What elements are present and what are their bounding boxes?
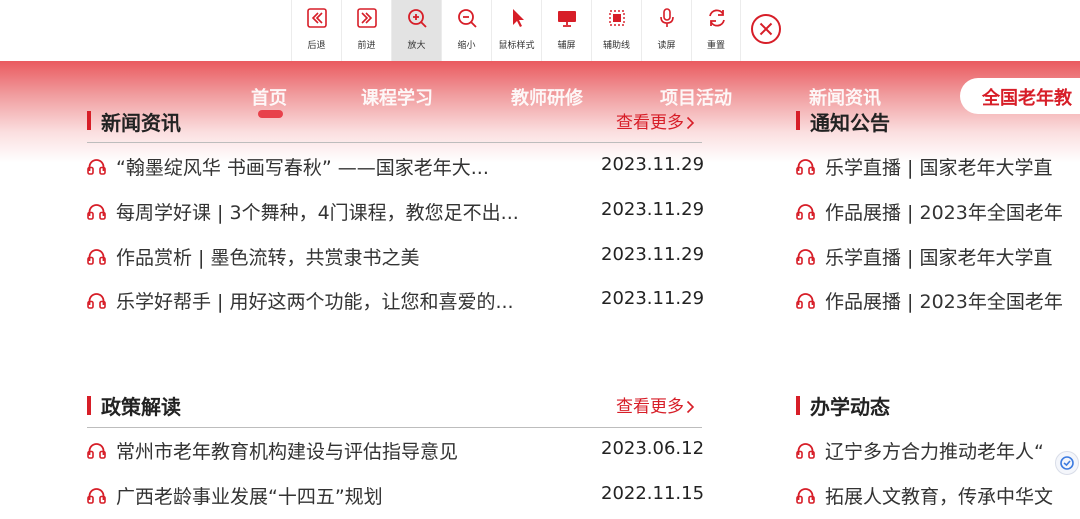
news-item-title: 每周学好课 | 3个舞种，4门课程，教您足不出...: [116, 202, 519, 224]
notice-item-title: 作品展播 | 2023年全国老年: [825, 202, 1063, 224]
section-marker: [796, 111, 800, 130]
policy-item-title: 常州市老年教育机构建设与评估指导意见: [116, 441, 459, 463]
zoom-out-label: 缩小: [457, 41, 476, 51]
aux-screen-label: 辅屏: [557, 41, 576, 51]
policy-divider: [87, 427, 702, 428]
zoom-out-button[interactable]: 缩小: [441, 0, 491, 61]
notice-item[interactable]: 作品展播 | 2023年全国老年: [796, 197, 1080, 227]
news-item-date: 2023.11.29: [601, 154, 705, 175]
news-more-link[interactable]: 查看更多: [616, 108, 695, 133]
microphone-icon: [660, 8, 674, 27]
news-item-date: 2023.11.29: [601, 199, 705, 220]
floating-assistant-icon[interactable]: [1055, 451, 1079, 475]
headphones-icon: [87, 249, 106, 265]
headphones-icon: [87, 159, 106, 175]
accessibility-toolbar: 后退 前进 放大 缩小 鼠标样式 辅屏 辅助线 读屏 重置: [0, 0, 1080, 61]
policy-item[interactable]: 常州市老年教育机构建设与评估指导意见 2023.06.12: [87, 436, 705, 466]
close-icon[interactable]: [750, 13, 782, 45]
zoom-in-label: 放大: [407, 41, 426, 51]
policy-item-date: 2023.06.12: [601, 438, 705, 459]
news-item-date: 2023.11.29: [601, 244, 705, 265]
screen-reader-button[interactable]: 读屏: [641, 0, 691, 61]
forward-icon: [357, 8, 377, 28]
headphones-icon: [87, 293, 106, 309]
assistant-icon: [1060, 456, 1074, 470]
notice-item[interactable]: 乐学直播 | 国家老年大学直: [796, 152, 1080, 182]
news-item[interactable]: 乐学好帮手 | 用好这两个功能，让您和喜爱的... 2023.11.29: [87, 286, 705, 316]
headphones-icon: [796, 204, 815, 220]
policy-item-title: 广西老龄事业发展“十四五”规划: [116, 486, 383, 508]
notice-section-title: 通知公告: [810, 111, 890, 135]
notice-item[interactable]: 作品展播 | 2023年全国老年: [796, 286, 1080, 316]
forward-label: 前进: [357, 41, 376, 51]
nav-pill-label: 全国老年教: [982, 88, 1072, 109]
guideline-icon: [609, 10, 625, 26]
headphones-icon: [87, 443, 106, 459]
news-item-title: “翰墨绽风华 书画写春秋” ——国家老年大...: [116, 157, 489, 179]
zoom-in-button[interactable]: 放大: [391, 0, 441, 61]
cursor-style-label: 鼠标样式: [498, 41, 535, 51]
school-section-title: 办学动态: [810, 395, 890, 419]
reset-label: 重置: [706, 41, 725, 51]
cursor-style-button[interactable]: 鼠标样式: [491, 0, 541, 61]
section-marker: [87, 111, 91, 130]
headphones-icon: [796, 443, 815, 459]
nav-item-home[interactable]: 首页: [251, 84, 287, 110]
headphones-icon: [87, 488, 106, 504]
policy-section-title: 政策解读: [101, 395, 181, 419]
notice-item[interactable]: 乐学直播 | 国家老年大学直: [796, 242, 1080, 272]
reset-icon: [709, 9, 725, 27]
headphones-icon: [796, 488, 815, 504]
school-item-title: 拓展人文教育，传承中华文: [825, 486, 1054, 508]
headphones-icon: [796, 249, 815, 265]
cursor-icon: [513, 9, 524, 27]
school-item-title: 辽宁多方合力推动老年人“: [825, 441, 1044, 463]
news-item[interactable]: 每周学好课 | 3个舞种，4门课程，教您足不出... 2023.11.29: [87, 197, 705, 227]
chevron-right-icon: [686, 116, 695, 130]
nav-item-national-senior-education[interactable]: 全国老年教: [960, 78, 1080, 114]
school-item[interactable]: 拓展人文教育，传承中华文: [796, 481, 1080, 511]
section-marker: [796, 396, 800, 415]
monitor-icon: [558, 11, 576, 27]
nav-item-courses[interactable]: 课程学习: [361, 84, 433, 110]
notice-item-title: 乐学直播 | 国家老年大学直: [825, 157, 1053, 179]
headphones-icon: [796, 293, 815, 309]
policy-item-date: 2022.11.15: [601, 483, 705, 504]
school-item[interactable]: 辽宁多方合力推动老年人“: [796, 436, 1080, 466]
headphones-icon: [796, 159, 815, 175]
guideline-button[interactable]: 辅助线: [591, 0, 641, 61]
news-item[interactable]: 作品赏析 | 墨色流转，共赏隶书之美 2023.11.29: [87, 242, 705, 272]
notice-item-title: 乐学直播 | 国家老年大学直: [825, 247, 1053, 269]
policy-more-link[interactable]: 查看更多: [616, 392, 695, 417]
chevron-right-icon: [686, 400, 695, 414]
reset-button[interactable]: 重置: [691, 0, 741, 61]
notice-item-title: 作品展播 | 2023年全国老年: [825, 291, 1063, 313]
back-button[interactable]: 后退: [291, 0, 341, 61]
news-divider: [87, 142, 702, 143]
news-section-title: 新闻资讯: [101, 111, 181, 135]
headphones-icon: [87, 204, 106, 220]
nav-active-indicator: [258, 110, 283, 118]
nav-item-teacher-training[interactable]: 教师研修: [511, 84, 583, 110]
news-item-title: 乐学好帮手 | 用好这两个功能，让您和喜爱的...: [116, 291, 514, 313]
back-icon: [307, 8, 327, 28]
policy-more-label: 查看更多: [616, 397, 684, 417]
zoom-in-icon: [408, 9, 427, 28]
news-item-date: 2023.11.29: [601, 288, 705, 309]
news-item[interactable]: “翰墨绽风华 书画写春秋” ——国家老年大... 2023.11.29: [87, 152, 705, 182]
zoom-out-icon: [458, 9, 477, 28]
news-item-title: 作品赏析 | 墨色流转，共赏隶书之美: [116, 247, 420, 269]
back-label: 后退: [307, 41, 326, 51]
nav-item-projects[interactable]: 项目活动: [660, 84, 732, 110]
policy-item[interactable]: 广西老龄事业发展“十四五”规划 2022.11.15: [87, 481, 705, 511]
screen-reader-label: 读屏: [657, 41, 676, 51]
news-more-label: 查看更多: [616, 113, 684, 133]
aux-screen-button[interactable]: 辅屏: [541, 0, 591, 61]
section-marker: [87, 396, 91, 415]
forward-button[interactable]: 前进: [341, 0, 391, 61]
guideline-label: 辅助线: [602, 41, 630, 51]
